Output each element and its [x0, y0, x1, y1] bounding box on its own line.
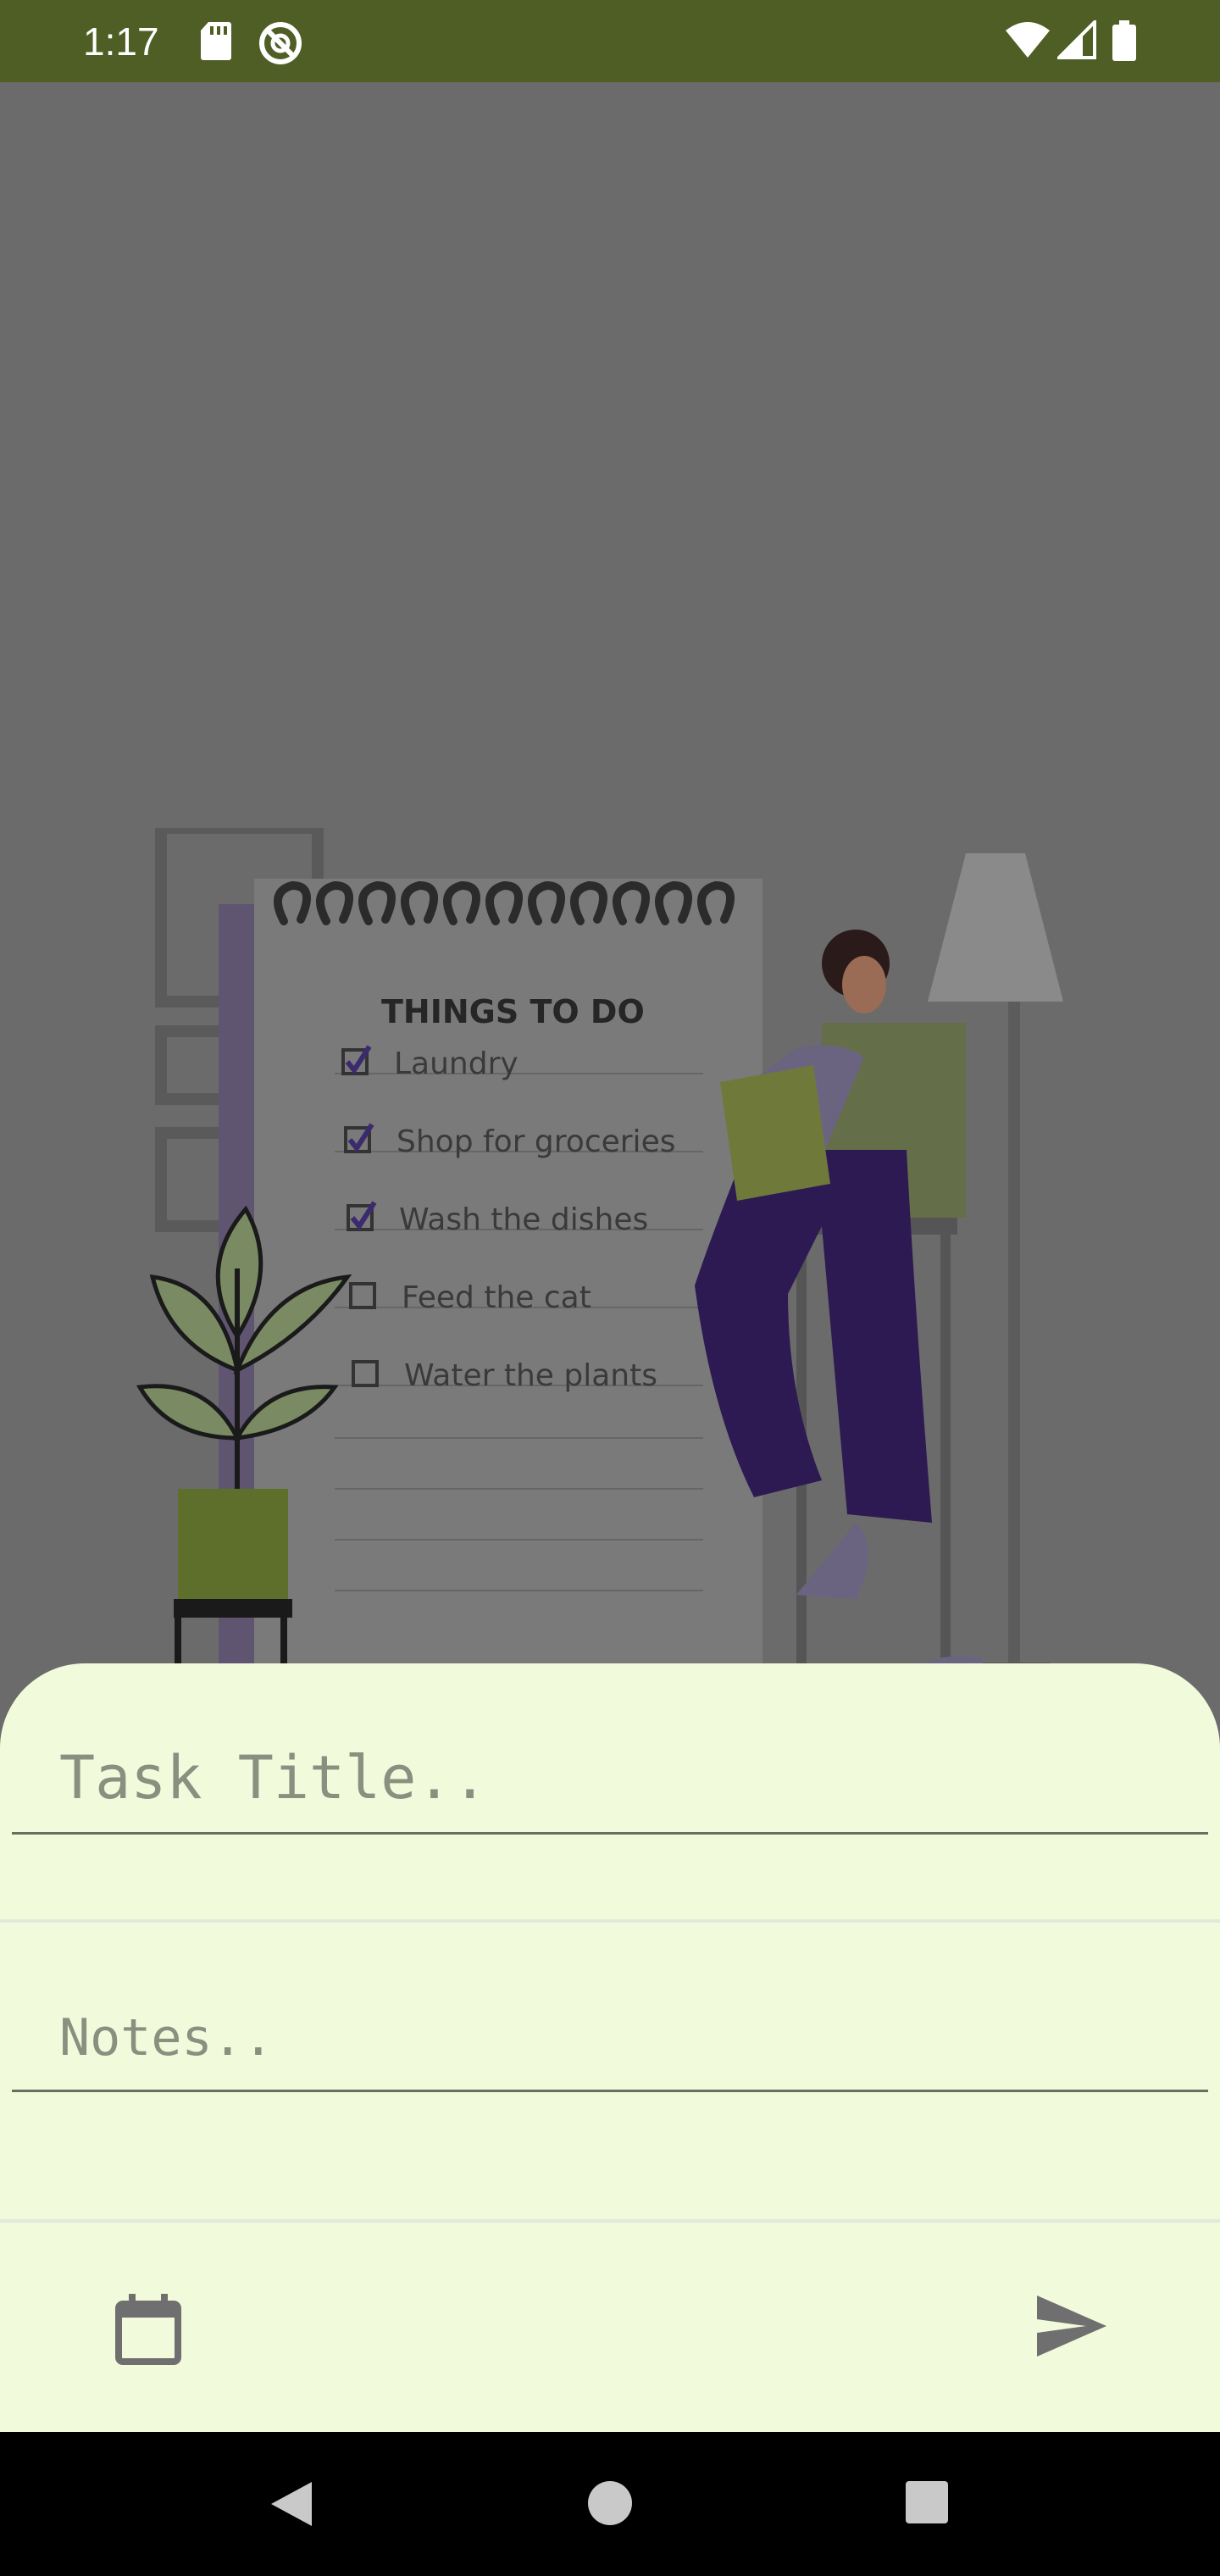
background-page: THINGS TO DO Laundry Shop for groceries …: [0, 82, 1220, 1743]
recents-icon: [906, 2481, 948, 2523]
todo-illustration: THINGS TO DO Laundry Shop for groceries …: [127, 828, 1101, 1743]
send-button[interactable]: [1035, 2294, 1108, 2362]
back-button[interactable]: [268, 2479, 315, 2533]
sd-card-icon: [201, 22, 231, 60]
task-title-input[interactable]: [12, 1727, 1208, 1829]
divider: [0, 1919, 1220, 1923]
divider: [0, 2219, 1220, 2223]
home-button[interactable]: [585, 2479, 635, 2531]
back-icon: [271, 2482, 312, 2526]
battery-icon: [1112, 20, 1136, 61]
home-icon: [588, 2481, 632, 2525]
navigation-bar: [0, 2432, 1220, 2576]
recents-button[interactable]: [903, 2479, 951, 2529]
task-title-field: [12, 1727, 1208, 1835]
add-task-sheet: [0, 1663, 1220, 2432]
notes-field: [12, 1990, 1208, 2092]
calendar-icon: [115, 2294, 181, 2365]
calendar-button[interactable]: [112, 2294, 185, 2370]
illustration-item: Wash the dishes: [399, 1202, 648, 1237]
illustration-heading: THINGS TO DO: [381, 993, 645, 1030]
illustration-item: Shop for groceries: [396, 1124, 675, 1159]
send-icon: [1037, 2296, 1106, 2357]
illustration-item: Feed the cat: [402, 1280, 591, 1315]
status-bar: 1:17: [0, 0, 1220, 82]
notes-input[interactable]: [12, 1990, 1208, 2086]
illustration-item: Laundry: [394, 1046, 518, 1081]
illustration-item: Water the plants: [404, 1358, 657, 1393]
status-time: 1:17: [83, 19, 159, 64]
cellular-signal-icon: [1057, 20, 1096, 59]
wifi-icon: [1006, 22, 1050, 58]
do-not-disturb-icon: [259, 22, 302, 64]
